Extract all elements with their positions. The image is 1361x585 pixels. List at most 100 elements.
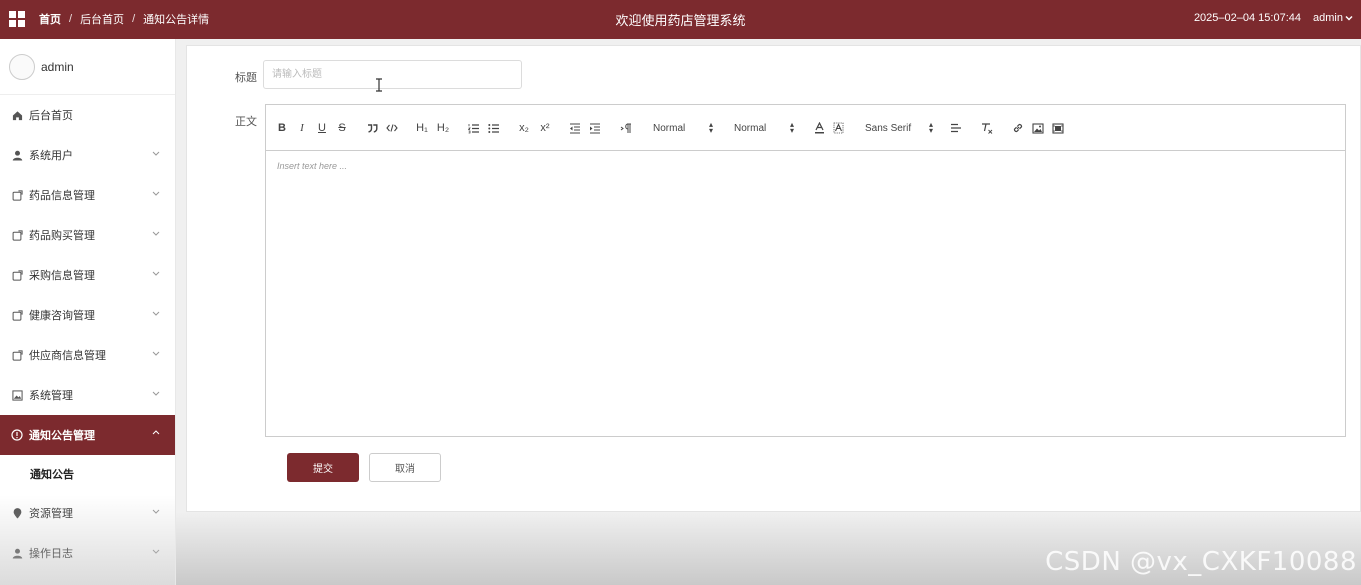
strikethrough-button[interactable]: S — [336, 121, 348, 135]
chevron-down-icon — [152, 151, 160, 156]
select-arrows-icon: ▴ ▾ — [708, 120, 713, 135]
header1-button[interactable]: H₁ — [415, 121, 429, 135]
ordered-list-button[interactable] — [468, 121, 480, 135]
bullet-list-button[interactable] — [488, 121, 500, 135]
sidebar-item-drug-info[interactable]: 药品信息管理 — [0, 175, 175, 215]
sidebar-item-label: 健康咨询管理 — [29, 310, 95, 322]
notice-form-panel: 标题 正文 B I U S H₁ H₂ x₂ x² Normal ▴▾ — [186, 45, 1361, 512]
sidebar-item-label: 通知公告管理 — [29, 430, 95, 442]
sidebar-item-health-consult[interactable]: 健康咨询管理 — [0, 295, 175, 335]
sidebar-item-label: 后台首页 — [29, 110, 73, 122]
sidebar-user-name: admin — [41, 59, 74, 74]
text-direction-icon — [620, 123, 631, 133]
sidebar-item-label: 药品购买管理 — [29, 230, 95, 242]
video-icon — [1052, 122, 1064, 134]
sidebar: admin 后台首页 系统用户 药品信息管理 药品购买管理 采购信息管理 健康咨… — [0, 39, 176, 585]
grid-menu-icon[interactable] — [9, 11, 25, 27]
code-block-button[interactable] — [386, 121, 398, 135]
sidebar-item-label: 采购信息管理 — [29, 270, 95, 282]
header2-button[interactable]: H₂ — [436, 121, 450, 135]
info-circle-icon — [11, 429, 23, 441]
cancel-button[interactable]: 取消 — [369, 453, 441, 482]
editor-toolbar: B I U S H₁ H₂ x₂ x² Normal ▴ ▾ Normal ▴ ▾ — [266, 105, 1345, 151]
chevron-down-icon — [152, 271, 160, 276]
sidebar-item-notice-management[interactable]: 通知公告管理 — [0, 415, 175, 455]
bold-button[interactable]: B — [276, 121, 288, 135]
background-color-button[interactable] — [832, 121, 844, 135]
quote-icon — [367, 124, 377, 133]
avatar — [9, 53, 35, 80]
sidebar-item-operation-log[interactable]: 操作日志 — [0, 533, 175, 573]
top-header: 首页 / 后台首页 / 通知公告详情 欢迎使用药店管理系统 2025–02–04… — [0, 0, 1361, 39]
background-color-icon — [833, 122, 843, 134]
outdent-button[interactable] — [569, 121, 581, 135]
link-button[interactable] — [1012, 121, 1024, 135]
outdent-icon — [570, 122, 580, 134]
image-button[interactable] — [1032, 121, 1044, 135]
sidebar-item-label: 供应商信息管理 — [29, 350, 106, 362]
box-icon — [11, 269, 23, 281]
csdn-watermark: CSDN @vx_CXKF10088 — [1045, 547, 1357, 577]
link-icon — [1013, 123, 1023, 133]
user-icon — [11, 149, 23, 161]
image-icon — [11, 389, 23, 401]
submit-button[interactable]: 提交 — [287, 453, 359, 482]
box-icon — [11, 309, 23, 321]
user-dropdown[interactable]: admin — [1313, 12, 1353, 24]
sidebar-item-label: 系统用户 — [29, 150, 73, 162]
clear-format-button[interactable] — [981, 121, 993, 135]
sidebar-item-resources[interactable]: 资源管理 — [0, 493, 175, 533]
sidebar-item-system-users[interactable]: 系统用户 — [0, 135, 175, 175]
select-arrows-icon: ▴ ▾ — [789, 120, 794, 135]
user-dropdown-label: admin — [1313, 12, 1343, 24]
indent-icon — [590, 122, 600, 134]
chevron-down-icon — [152, 509, 160, 514]
sidebar-item-supplier[interactable]: 供应商信息管理 — [0, 335, 175, 375]
superscript-button[interactable]: x² — [538, 121, 552, 135]
underline-button[interactable]: U — [316, 121, 328, 135]
chevron-down-icon — [152, 549, 160, 554]
text-direction-button[interactable] — [619, 121, 633, 135]
sidebar-subitem-notice[interactable]: 通知公告 — [0, 455, 175, 493]
box-icon — [11, 349, 23, 361]
video-button[interactable] — [1052, 121, 1064, 135]
clear-format-icon — [982, 123, 993, 134]
sidebar-item-dashboard[interactable]: 后台首页 — [0, 95, 175, 135]
blockquote-button[interactable] — [366, 121, 378, 135]
title-label: 标题 — [235, 72, 257, 84]
sidebar-item-procurement[interactable]: 采购信息管理 — [0, 255, 175, 295]
sidebar-item-label: 药品信息管理 — [29, 190, 95, 202]
chevron-down-icon — [152, 351, 160, 356]
sidebar-user: admin — [0, 39, 175, 95]
box-icon — [11, 229, 23, 241]
bullet-list-icon — [488, 123, 499, 133]
text-color-icon — [814, 122, 824, 134]
subscript-button[interactable]: x₂ — [517, 121, 531, 135]
header-select-value: Normal — [734, 122, 767, 134]
breadcrumb-dashboard[interactable]: 后台首页 — [80, 11, 124, 27]
indent-button[interactable] — [589, 121, 601, 135]
current-datetime: 2025–02–04 15:07:44 — [1193, 12, 1301, 24]
image-icon — [1032, 122, 1044, 134]
location-pin-icon — [11, 507, 23, 519]
sidebar-item-system-admin[interactable]: 系统管理 — [0, 375, 175, 415]
chevron-down-icon — [152, 391, 160, 396]
sidebar-item-label: 资源管理 — [29, 508, 73, 520]
align-button[interactable] — [950, 121, 962, 135]
breadcrumb-home[interactable]: 首页 — [39, 11, 61, 27]
chevron-down-icon — [1345, 15, 1353, 21]
size-select[interactable]: Normal ▴ ▾ — [653, 121, 713, 135]
sidebar-item-label: 操作日志 — [29, 548, 73, 560]
chevron-down-icon — [152, 311, 160, 316]
chevron-down-icon — [152, 191, 160, 196]
header-select[interactable]: Normal ▴ ▾ — [734, 121, 794, 135]
font-select[interactable]: Sans Serif ▴ ▾ — [865, 121, 933, 135]
text-color-button[interactable] — [813, 121, 825, 135]
title-input[interactable] — [263, 60, 522, 89]
italic-button[interactable]: I — [296, 121, 308, 135]
code-icon — [386, 124, 398, 132]
rich-text-editor: B I U S H₁ H₂ x₂ x² Normal ▴ ▾ Normal ▴ ▾ — [265, 104, 1346, 437]
sidebar-item-drug-purchase[interactable]: 药品购买管理 — [0, 215, 175, 255]
editor-content-area[interactable]: Insert text here ... — [266, 151, 1345, 181]
sidebar-item-label: 系统管理 — [29, 390, 73, 402]
